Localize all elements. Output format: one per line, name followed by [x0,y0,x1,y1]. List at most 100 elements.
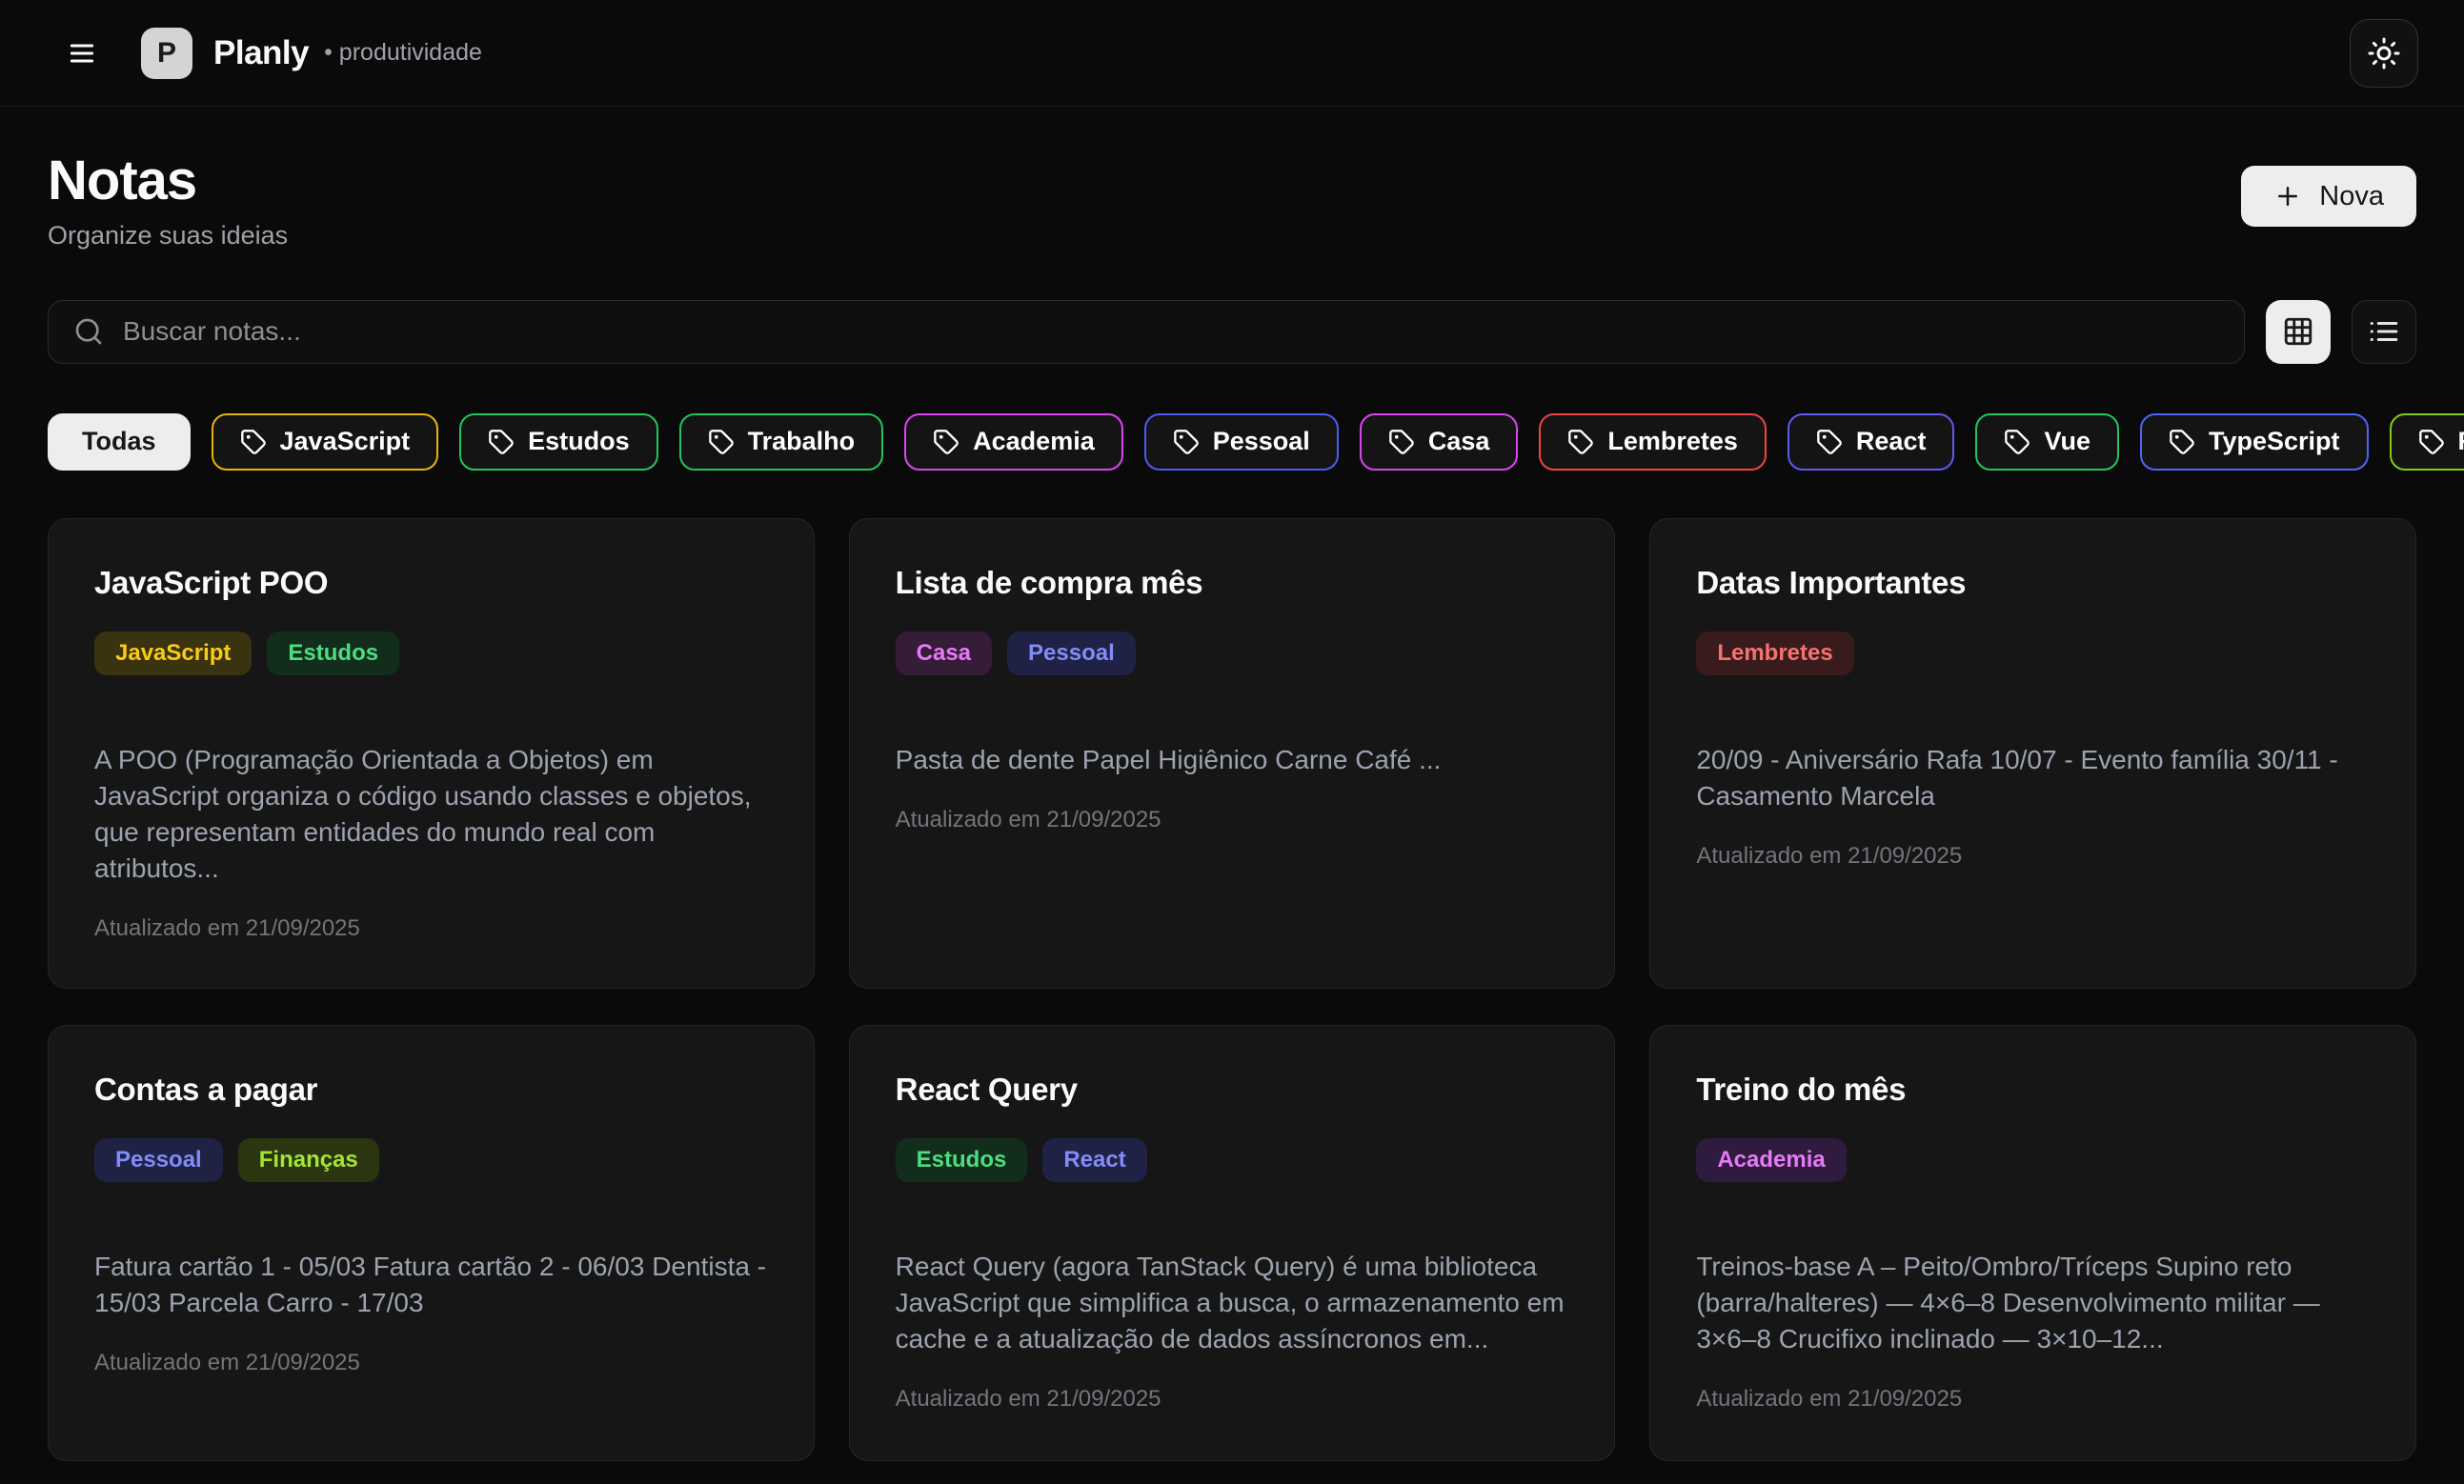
filter-pessoal[interactable]: Pessoal [1144,413,1339,471]
note-tag-academia: Academia [1696,1138,1846,1182]
search-box[interactable] [48,300,2245,364]
filter-todas[interactable]: Todas [48,413,191,471]
filter-label: Academia [973,427,1095,456]
search-input[interactable] [123,316,2219,347]
theme-toggle-button[interactable] [2350,19,2418,88]
page-subtitle: Organize suas ideias [48,221,288,251]
notes-grid: JavaScript POO JavaScript Estudos A POO (Pr… [48,518,2416,1461]
filter-label: Vue [2044,427,2090,456]
page-title: Notas [48,150,288,211]
note-excerpt: Fatura cartão 1 - 05/03 Fatura cartão 2 … [94,1249,768,1321]
filter-react[interactable]: React [1787,413,1955,471]
note-tag-pessoal: Pessoal [1007,632,1136,675]
note-excerpt: React Query (agora TanStack Query) é uma… [896,1249,1569,1357]
app-tagline: • produtividade [324,39,482,67]
filter-financas[interactable]: Finanças [2390,413,2464,471]
search-row [48,300,2416,364]
tag-icon [1173,429,1200,455]
filter-javascript[interactable]: JavaScript [212,413,439,471]
filter-bar: Todas JavaScript Estudos Trabalho Academia Pe… [48,413,2416,471]
tag-icon [240,429,267,455]
note-tags: Estudos React [896,1138,1147,1182]
list-view-button[interactable] [2352,300,2416,364]
filter-label: Finanças [2458,427,2464,456]
header: P Planly • produtividade [0,0,2464,107]
new-note-button-label: Nova [2319,181,2384,212]
tag-icon [933,429,959,455]
filter-label: TypeScript [2209,427,2340,456]
note-tags: Casa Pessoal [896,632,1136,675]
filter-typescript[interactable]: TypeScript [2140,413,2369,471]
search-icon [73,316,104,347]
note-excerpt: Pasta de dente Papel Higiênico Carne Caf… [896,742,1442,778]
note-card-javascript-poo[interactable]: JavaScript POO JavaScript Estudos A POO (Pr… [48,518,815,989]
tag-icon [708,429,735,455]
tag-icon [1567,429,1594,455]
tag-icon [2169,429,2195,455]
app-logo-letter: P [157,37,176,70]
filter-label: Casa [1428,427,1490,456]
note-tags: Academia [1696,1138,1846,1182]
filter-academia[interactable]: Academia [904,413,1123,471]
note-tag-estudos: Estudos [896,1138,1028,1182]
note-card-react-query[interactable]: React Query Estudos React React Query (agor… [849,1025,1616,1461]
note-excerpt: 20/09 - Aniversário Rafa 10/07 - Evento … [1696,742,2370,814]
tag-icon [1816,429,1843,455]
app-name: Planly [213,34,309,72]
note-excerpt: A POO (Programação Orientada a Objetos) … [94,742,768,887]
note-card-treino-do-mes[interactable]: Treino do mês Academia Treinos-base A – Pe… [1649,1025,2416,1461]
note-tag-pessoal: Pessoal [94,1138,223,1182]
note-tag-lembretes: Lembretes [1696,632,1853,675]
note-title: Treino do mês [1696,1072,1906,1108]
app-logo: P [141,28,192,79]
tag-icon [2004,429,2030,455]
note-excerpt: Treinos-base A – Peito/Ombro/Tríceps Sup… [1696,1249,2370,1357]
note-tag-casa: Casa [896,632,992,675]
note-tag-estudos: Estudos [267,632,399,675]
note-tag-financas: Finanças [238,1138,379,1182]
sun-icon [2367,36,2401,70]
filter-casa[interactable]: Casa [1360,413,1519,471]
menu-button[interactable] [61,32,103,74]
note-title: Datas Importantes [1696,565,1966,601]
title-row: Notas Organize suas ideias Nova [48,150,2416,251]
menu-icon [67,38,97,69]
filter-label: Todas [82,427,156,456]
tag-icon [2418,429,2445,455]
new-note-button[interactable]: Nova [2241,166,2416,227]
filter-label: JavaScript [280,427,411,456]
filter-label: Estudos [528,427,630,456]
note-card-datas-importantes[interactable]: Datas Importantes Lembretes 20/09 - Aniver… [1649,518,2416,989]
note-title: React Query [896,1072,1078,1108]
grid-view-button[interactable] [2266,300,2331,364]
note-card-contas-a-pagar[interactable]: Contas a pagar Pessoal Finanças Fatura cart… [48,1025,815,1461]
note-tags: Pessoal Finanças [94,1138,379,1182]
note-title: JavaScript POO [94,565,328,601]
note-tag-react: React [1042,1138,1146,1182]
note-updated: Atualizado em 21/09/2025 [94,915,360,942]
note-updated: Atualizado em 21/09/2025 [94,1350,360,1376]
filter-trabalho[interactable]: Trabalho [679,413,884,471]
filter-vue[interactable]: Vue [1975,413,2119,471]
filter-lembretes[interactable]: Lembretes [1539,413,1767,471]
note-updated: Atualizado em 21/09/2025 [896,1386,1161,1413]
note-card-lista-de-compra-mes[interactable]: Lista de compra mês Casa Pessoal Pasta de d… [849,518,1616,989]
tag-icon [1388,429,1415,455]
filter-label: Pessoal [1213,427,1310,456]
note-updated: Atualizado em 21/09/2025 [1696,843,1962,870]
filter-label: React [1856,427,1927,456]
note-tags: JavaScript Estudos [94,632,399,675]
tag-icon [488,429,515,455]
note-updated: Atualizado em 21/09/2025 [896,807,1161,833]
note-title: Lista de compra mês [896,565,1203,601]
filter-estudos[interactable]: Estudos [459,413,658,471]
filter-label: Lembretes [1607,427,1738,456]
note-tags: Lembretes [1696,632,1853,675]
filter-label: Trabalho [748,427,856,456]
note-tag-javascript: JavaScript [94,632,252,675]
plus-icon [2273,182,2302,211]
note-title: Contas a pagar [94,1072,317,1108]
grid-icon [2282,315,2314,348]
main-content: Notas Organize suas ideias Nova Todas Jav… [0,107,2464,1461]
list-icon [2368,315,2400,348]
